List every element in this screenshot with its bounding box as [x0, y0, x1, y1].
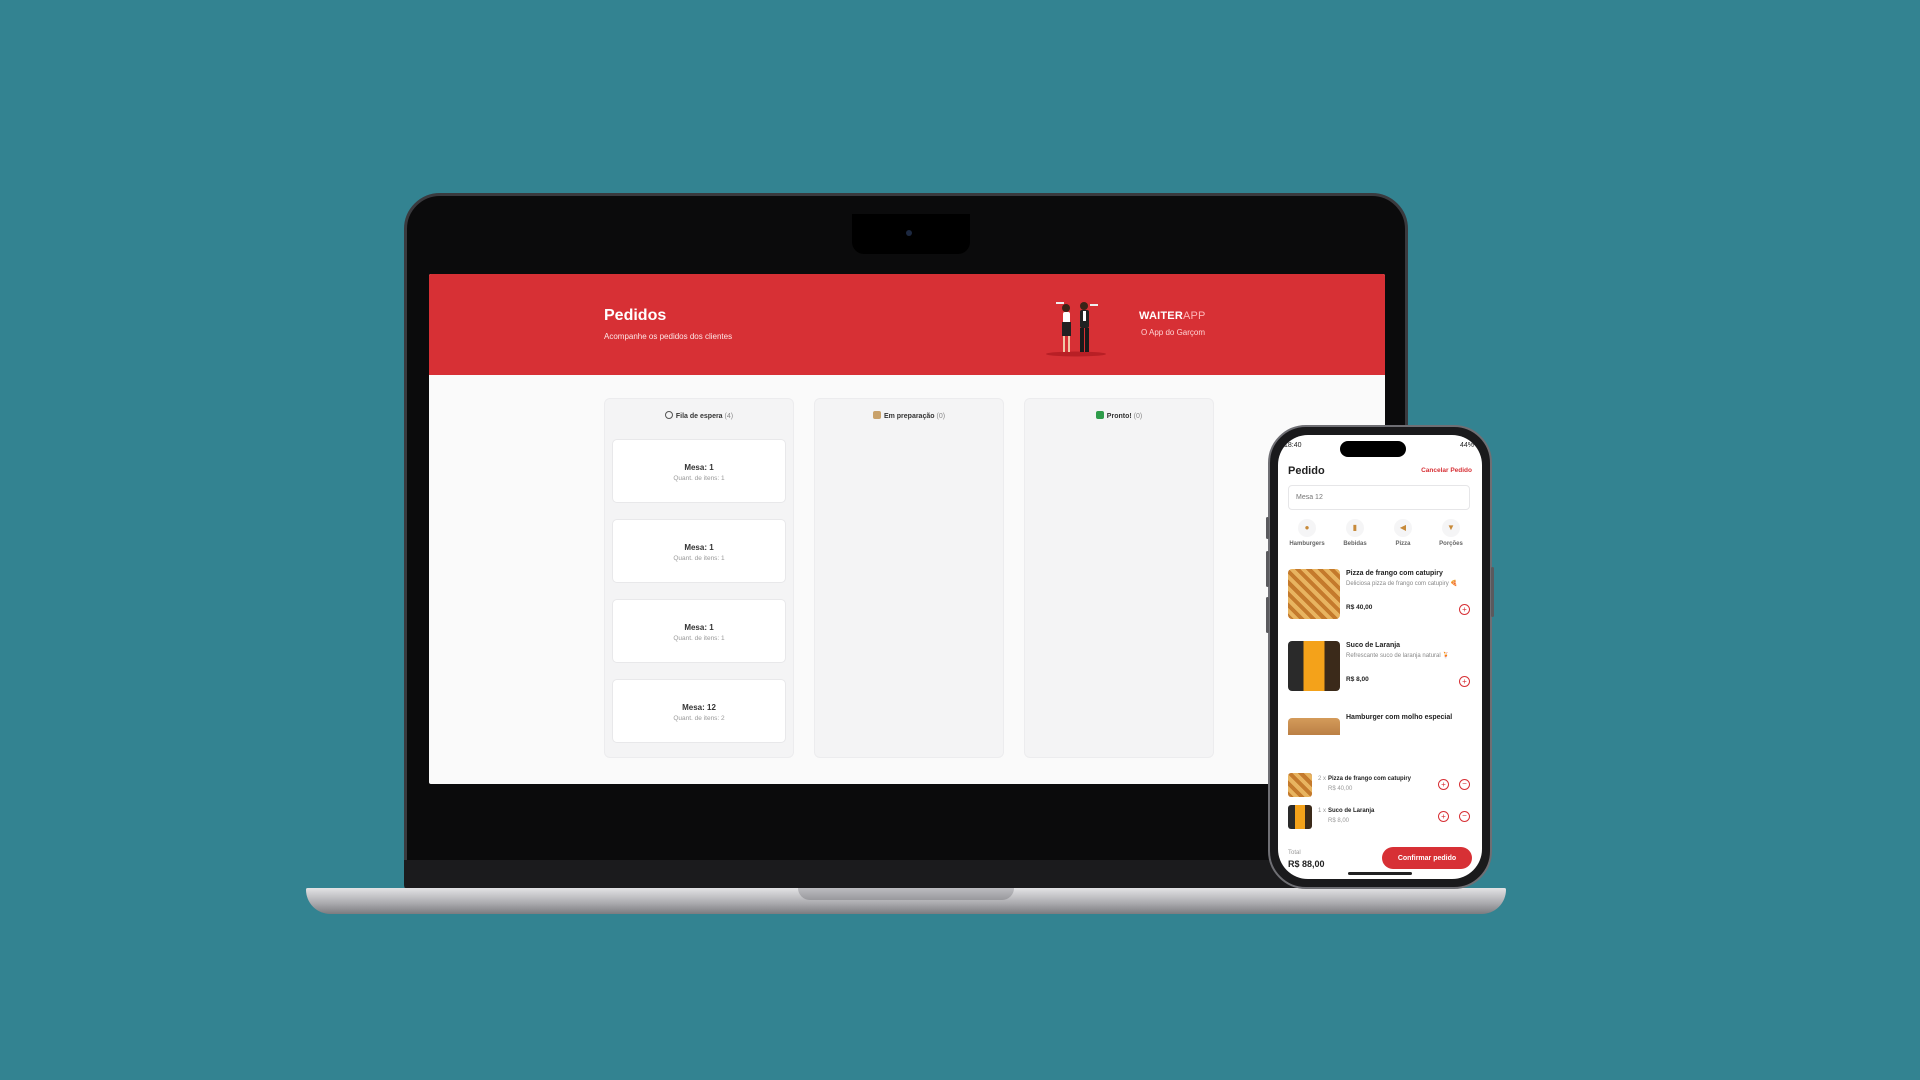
product-item[interactable]: Pizza de frango com catupiry Deliciosa p… [1288, 569, 1470, 625]
product-description: Refrescante suco de laranja natural 🍹 [1346, 653, 1450, 659]
home-indicator [1348, 872, 1412, 875]
column-in-preparation: Em preparação (0) [814, 398, 1004, 758]
order-quantity-label: Quant. de itens: 1 [673, 555, 725, 562]
pizza-icon: ◀ [1394, 519, 1412, 537]
web-header: Pedidos Acompanhe os pedidos dos cliente… [429, 274, 1385, 375]
confirm-order-button[interactable]: Confirmar pedido [1382, 847, 1472, 869]
order-quantity-label: Quant. de itens: 2 [673, 715, 725, 722]
cart-item-price: R$ 40,00 [1328, 786, 1353, 792]
decrease-quantity-button[interactable]: − [1459, 779, 1470, 790]
phone-volume-up-button [1266, 551, 1269, 587]
phone-side-button [1266, 517, 1269, 539]
order-table-label: Mesa: 12 [682, 703, 716, 712]
cart-item-name: Suco de Laranja [1328, 808, 1375, 814]
brand-logo: WAITERAPP [1139, 310, 1206, 322]
add-to-cart-button[interactable]: + [1459, 604, 1470, 615]
cancel-order-button[interactable]: Cancelar Pedido [1421, 467, 1472, 474]
cart-item: 1 x Suco de Laranja R$ 8,00 + − [1288, 805, 1470, 831]
order-table-label: Mesa: 1 [684, 623, 714, 632]
laptop-base [306, 888, 1506, 914]
product-description: Deliciosa pizza de frango com catupiry 🍕 [1346, 581, 1458, 587]
order-quantity-label: Quant. de itens: 1 [673, 635, 725, 642]
waiters-illustration-icon [1046, 302, 1106, 357]
product-name: Suco de Laranja [1346, 642, 1401, 649]
laptop-chin [404, 860, 1408, 890]
burger-image [1288, 718, 1340, 735]
phone-volume-down-button [1266, 597, 1269, 633]
drink-icon: ▮ [1346, 519, 1364, 537]
category-pizza[interactable]: ◀ Pizza [1380, 519, 1426, 547]
juice-image [1288, 805, 1312, 829]
order-table-label: Mesa: 1 [684, 463, 714, 472]
phone-power-button [1491, 567, 1494, 617]
page-title: Pedidos [604, 307, 667, 324]
order-title: Pedido [1288, 465, 1325, 477]
product-name: Pizza de frango com catupiry [1346, 570, 1443, 577]
column-waiting: Fila de espera (4) Mesa: 1 Quant. de ite… [604, 398, 794, 758]
cart-item-price: R$ 8,00 [1328, 818, 1350, 824]
total-value: R$ 88,00 [1288, 859, 1325, 869]
category-label: Bebidas [1343, 541, 1367, 547]
pizza-image [1288, 569, 1340, 619]
order-card[interactable]: Mesa: 1 Quant. de itens: 1 [612, 599, 786, 663]
table-field[interactable]: Mesa 12 [1288, 485, 1470, 510]
column-ready: Pronto! (0) [1024, 398, 1214, 758]
product-price: R$ 40,00 [1346, 604, 1373, 611]
cart-quantity: 1 x [1318, 808, 1327, 814]
burger-icon: ● [1298, 519, 1316, 537]
category-label: Porções [1439, 541, 1463, 547]
check-icon [1095, 411, 1104, 419]
increase-quantity-button[interactable]: + [1438, 779, 1449, 790]
order-card[interactable]: Mesa: 1 Quant. de itens: 1 [612, 439, 786, 503]
dynamic-island [1340, 441, 1406, 457]
cart-quantity: 2 x [1318, 776, 1327, 782]
order-quantity-label: Quant. de itens: 1 [673, 475, 725, 482]
web-app-screen: Pedidos Acompanhe os pedidos dos cliente… [429, 274, 1385, 784]
add-to-cart-button[interactable]: + [1459, 676, 1470, 687]
category-label: Pizza [1395, 541, 1411, 547]
column-header: Pronto! (0) [1025, 411, 1213, 420]
cart-item-name: Pizza de frango com catupiry [1328, 776, 1412, 782]
cart-item: 2 x Pizza de frango com catupiry R$ 40,0… [1288, 773, 1470, 799]
page-subtitle: Acompanhe os pedidos dos clientes [604, 332, 733, 341]
category-hamburgers[interactable]: ● Hamburgers [1284, 519, 1330, 547]
column-header: Fila de espera (4) [605, 411, 793, 420]
pizza-image [1288, 773, 1312, 797]
order-card[interactable]: Mesa: 1 Quant. de itens: 1 [612, 519, 786, 583]
juice-image [1288, 641, 1340, 691]
orders-board: Fila de espera (4) Mesa: 1 Quant. de ite… [604, 398, 1214, 758]
category-porcoes[interactable]: ▼ Porções [1428, 519, 1474, 547]
product-item[interactable]: Hamburger com molho especial [1288, 713, 1470, 735]
decrease-quantity-button[interactable]: − [1459, 811, 1470, 822]
total-label: Total [1288, 850, 1301, 856]
category-label: Hamburgers [1289, 541, 1325, 547]
increase-quantity-button[interactable]: + [1438, 811, 1449, 822]
category-bebidas[interactable]: ▮ Bebidas [1332, 519, 1378, 547]
phone-frame: 18:40 44% Pedido Cancelar Pedido Mesa 12… [1266, 425, 1494, 889]
product-item[interactable]: Suco de Laranja Refrescante suco de lara… [1288, 641, 1470, 697]
fries-icon: ▼ [1442, 519, 1460, 537]
camera-icon [906, 230, 912, 236]
order-card[interactable]: Mesa: 12 Quant. de itens: 2 [612, 679, 786, 743]
laptop-groove [798, 888, 1014, 900]
status-time: 18:40 [1284, 442, 1302, 449]
order-table-label: Mesa: 1 [684, 543, 714, 552]
chef-icon [872, 411, 881, 419]
mobile-app-screen: 18:40 44% Pedido Cancelar Pedido Mesa 12… [1278, 435, 1482, 879]
clock-icon [664, 411, 673, 419]
laptop-frame: Pedidos Acompanhe os pedidos dos cliente… [404, 193, 1408, 893]
product-price: R$ 8,00 [1346, 676, 1369, 683]
brand-tagline: O App do Garçom [1141, 328, 1206, 337]
laptop-notch [852, 214, 970, 254]
column-header: Em preparação (0) [815, 411, 1003, 420]
status-battery: 44% [1459, 442, 1474, 449]
product-name: Hamburger com molho especial [1346, 714, 1453, 721]
